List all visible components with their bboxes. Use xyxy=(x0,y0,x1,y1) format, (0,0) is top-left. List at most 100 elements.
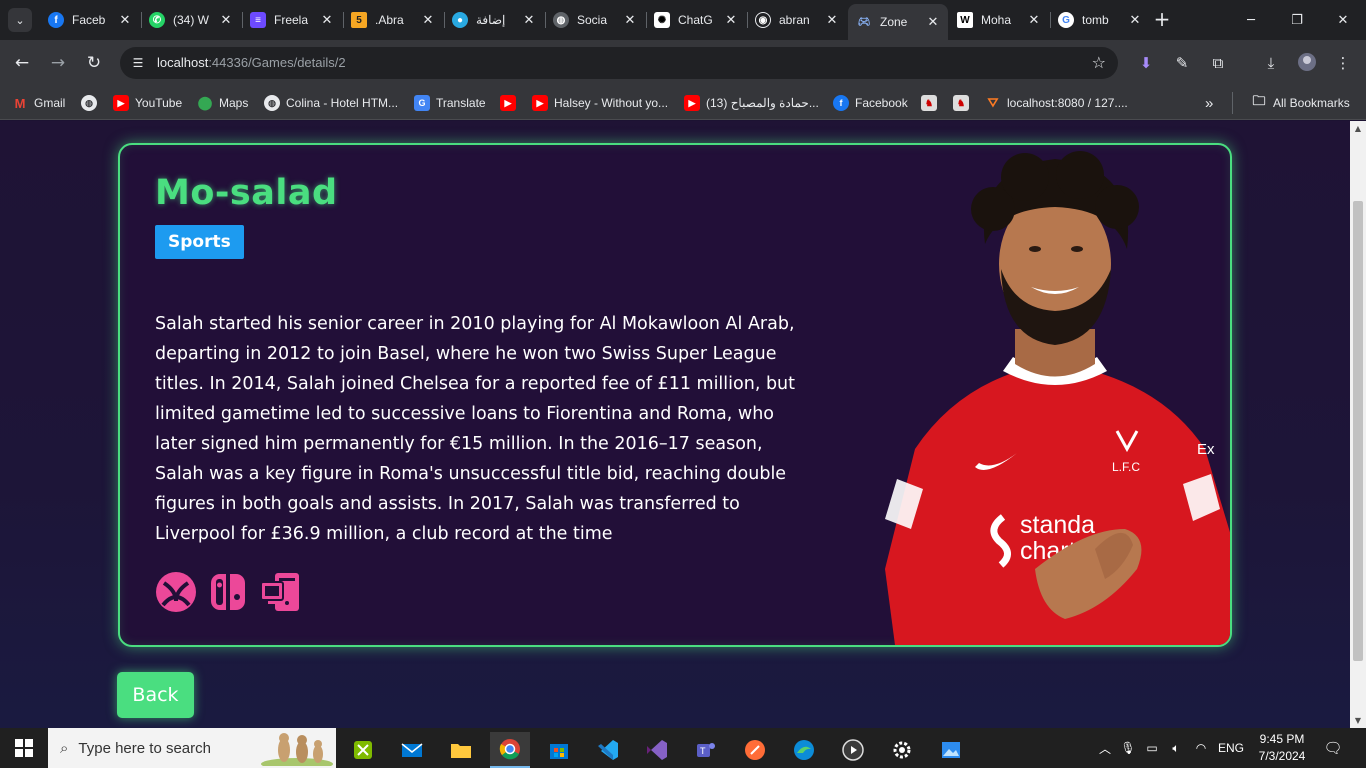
taskbar-search-box[interactable]: ⌕ Type here to search xyxy=(48,728,336,768)
tab-label: Freela xyxy=(274,13,309,27)
tab-idafa[interactable]: ● إضافة ✕ xyxy=(444,4,544,36)
close-icon[interactable]: ✕ xyxy=(623,12,637,28)
pen-icon[interactable]: ✎ xyxy=(1171,52,1193,74)
tab-google[interactable]: G tomb ✕ xyxy=(1050,4,1150,36)
whatsapp-icon: ✆ xyxy=(149,12,165,28)
back-arrow-icon[interactable]: ← xyxy=(10,51,34,75)
more-bookmarks-button[interactable]: » xyxy=(1205,92,1213,114)
bookmark-game-2[interactable]: ♞ xyxy=(953,92,975,114)
bookmark-label: YouTube xyxy=(135,96,183,110)
photos-icon[interactable] xyxy=(931,732,971,768)
bookmark-globe[interactable]: ◍ xyxy=(81,92,103,114)
wifi-icon[interactable]: ◠ xyxy=(1191,728,1211,768)
mail-icon[interactable] xyxy=(392,732,432,768)
extension-download-icon[interactable]: ⬇ xyxy=(1135,52,1157,74)
window-close-button[interactable]: ✕ xyxy=(1320,0,1366,40)
bookmark-label: Colina - Hotel HTM... xyxy=(286,96,399,110)
folder-icon: 🗀 xyxy=(1252,93,1266,108)
tab-label: .Abra xyxy=(375,13,404,27)
close-icon[interactable]: ✕ xyxy=(522,12,536,28)
tab-whatsapp[interactable]: ✆ (34) W ✕ xyxy=(141,4,241,36)
bookmark-label: localhost:8080 / 127.... xyxy=(1007,96,1128,110)
menu-kebab-icon[interactable]: ⋮ xyxy=(1332,52,1354,74)
close-icon[interactable]: ✕ xyxy=(1128,12,1142,28)
microphone-icon[interactable]: 🎙︎ xyxy=(1119,728,1137,768)
close-icon[interactable]: ✕ xyxy=(421,12,435,28)
back-button[interactable]: Back xyxy=(117,672,194,718)
chrome-icon[interactable] xyxy=(490,732,530,768)
bookmark-game-1[interactable]: ♞ xyxy=(921,92,943,114)
tab-social[interactable]: ◍ Socia ✕ xyxy=(545,4,645,36)
close-icon[interactable]: ✕ xyxy=(320,12,334,28)
new-tab-button[interactable]: + xyxy=(1152,8,1172,32)
bookmark-translate[interactable]: G Translate xyxy=(414,92,486,114)
extensions-puzzle-icon[interactable]: ⧉ xyxy=(1207,52,1229,74)
postman-icon[interactable] xyxy=(735,732,775,768)
game-icon: ♞ xyxy=(953,95,969,111)
edge-icon[interactable] xyxy=(784,732,824,768)
site-info-icon[interactable]: ☰ xyxy=(130,55,146,71)
address-bar[interactable]: ☰ localhost:44336/Games/details/2 ☆ xyxy=(120,47,1118,79)
bookmark-gmail[interactable]: M Gmail xyxy=(12,92,66,114)
tab-zone-active[interactable]: 🎮︎ Zone ✕ xyxy=(848,4,948,40)
scrollbar-thumb[interactable] xyxy=(1353,201,1363,661)
scroll-down-icon[interactable]: ▼ xyxy=(1353,716,1363,725)
bookmark-maps[interactable]: ⬤ Maps xyxy=(197,92,249,114)
tab-freelancer[interactable]: ≡ Freela ✕ xyxy=(242,4,342,36)
bookmark-youtube-2[interactable]: ▶ xyxy=(500,92,522,114)
visual-studio-icon[interactable] xyxy=(637,732,677,768)
chevron-up-icon[interactable]: ︿ xyxy=(1096,728,1114,768)
bookmark-star-icon[interactable]: ☆ xyxy=(1092,53,1106,72)
close-icon[interactable]: ✕ xyxy=(1027,12,1041,28)
teams-icon[interactable]: T xyxy=(686,732,726,768)
sponsor-text: standa xyxy=(1020,511,1095,539)
url-path: :44336/Games/details/2 xyxy=(208,55,346,70)
downloads-icon[interactable]: ⤓ xyxy=(1260,52,1282,74)
bookmark-facebook[interactable]: f Facebook xyxy=(833,92,908,114)
close-icon[interactable]: ✕ xyxy=(926,14,940,30)
search-placeholder: Type here to search xyxy=(78,739,211,757)
profile-avatar[interactable] xyxy=(1296,52,1318,74)
notifications-icon[interactable]: 🗨︎ xyxy=(1320,728,1346,768)
bookmark-localhost[interactable]: ⛛ localhost:8080 / 127.... xyxy=(985,92,1128,114)
bookmark-colina[interactable]: ◍ Colina - Hotel HTM... xyxy=(264,92,398,114)
tab-github[interactable]: ◉ abran ✕ xyxy=(747,4,847,36)
reload-icon[interactable]: ↻ xyxy=(82,51,106,75)
close-icon[interactable]: ✕ xyxy=(724,12,738,28)
player-image: L.F.C Ex standa chart xyxy=(885,151,1230,645)
file-explorer-icon[interactable] xyxy=(441,732,481,768)
tab-label: Socia xyxy=(577,13,608,27)
forward-arrow-icon[interactable]: → xyxy=(46,51,70,75)
volume-icon[interactable]: 🔈︎ xyxy=(1166,728,1186,768)
tab-wikipedia[interactable]: W Moha ✕ xyxy=(949,4,1049,36)
tab-chatgpt[interactable]: ✺ ChatG ✕ xyxy=(646,4,746,36)
clock-time: 9:45 PM xyxy=(1259,732,1305,746)
battery-icon[interactable]: ▭ xyxy=(1142,728,1162,768)
store-icon[interactable] xyxy=(539,732,579,768)
close-icon[interactable]: ✕ xyxy=(219,12,233,28)
close-icon[interactable]: ✕ xyxy=(825,12,839,28)
tab-facebook[interactable]: f Faceb ✕ xyxy=(40,4,140,36)
tab-abra[interactable]: 5 .Abra ✕ xyxy=(343,4,443,36)
browser-toolbar: ← → ↻ ☰ localhost:44336/Games/details/2 … xyxy=(0,40,1366,86)
all-bookmarks-button[interactable]: 🗀 All Bookmarks xyxy=(1232,92,1350,114)
tab-label: abran xyxy=(779,13,810,27)
bookmark-halsey[interactable]: ▶ Halsey - Without yo... xyxy=(532,92,668,114)
media-player-icon[interactable] xyxy=(833,732,873,768)
settings-icon[interactable] xyxy=(882,732,922,768)
vscode-icon[interactable] xyxy=(588,732,628,768)
bookmark-hamada[interactable]: ▶ (13) حمادة والمصباح... xyxy=(684,92,819,114)
minimize-button[interactable]: ─ xyxy=(1228,0,1274,40)
scroll-up-icon[interactable]: ▲ xyxy=(1353,124,1363,133)
snip-icon[interactable] xyxy=(343,732,383,768)
maps-icon: ⬤ xyxy=(197,95,213,110)
close-icon[interactable]: ✕ xyxy=(118,12,132,28)
bookmark-youtube[interactable]: ▶ YouTube xyxy=(113,92,182,114)
restore-button[interactable]: ❐ xyxy=(1274,0,1320,40)
start-button[interactable] xyxy=(0,728,48,768)
tab-search-button[interactable]: ⌄ xyxy=(8,8,32,32)
url-text[interactable]: localhost:44336/Games/details/2 xyxy=(157,55,346,70)
page-scrollbar[interactable]: ▲ ▼ xyxy=(1350,121,1366,728)
taskbar-clock[interactable]: 9:45 PM 7/3/2024 xyxy=(1250,731,1314,765)
language-indicator[interactable]: ENG xyxy=(1216,728,1246,768)
